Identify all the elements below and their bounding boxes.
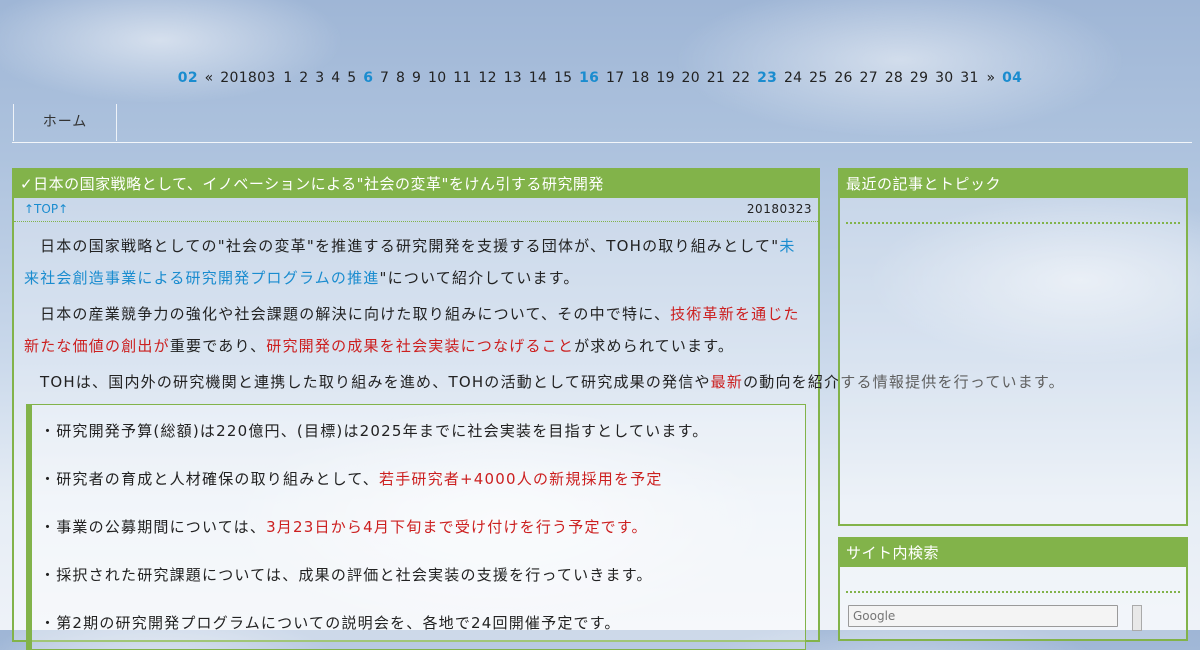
calendar-day-12: 12 bbox=[478, 70, 497, 86]
current-month: 201803 bbox=[220, 70, 276, 86]
article-date: 20180323 bbox=[746, 202, 812, 216]
calendar-day-27: 27 bbox=[859, 70, 878, 86]
calendar-day-15: 15 bbox=[553, 70, 573, 86]
calendar-day-16[interactable]: 16 bbox=[579, 70, 599, 86]
calendar-day-30: 30 bbox=[935, 70, 954, 86]
quote-line: ・第2期の研究開発プログラムについての説明会を、各地で24回開催予定です。 bbox=[40, 614, 621, 632]
check-icon: ✓ bbox=[20, 175, 34, 193]
calendar-day-5: 5 bbox=[347, 70, 357, 86]
article-title[interactable]: ✓日本の国家戦略として、イノベーションによる"社会の変革"をけん引する研究開発 bbox=[14, 170, 818, 198]
calendar-day-19: 19 bbox=[656, 70, 675, 86]
calendar-day-6[interactable]: 6 bbox=[363, 70, 373, 86]
calendar-day-11: 11 bbox=[453, 70, 472, 86]
article-body: 日本の国家戦略としての"社会の変革"を推進する研究開発を支援する団体が、TOHの… bbox=[14, 222, 1064, 650]
calendar-day-23[interactable]: 23 bbox=[757, 70, 777, 86]
divider bbox=[846, 222, 1180, 224]
paragraph-text: 重要であり、 bbox=[169, 337, 267, 355]
highlight-text: 研究開発の成果を社会実装につなげること bbox=[266, 337, 575, 355]
paragraph-text: 日本の国家戦略としての"社会の変革"を推進する研究開発を支援する団体が、TOHの… bbox=[40, 237, 780, 255]
search-button[interactable] bbox=[1132, 605, 1142, 631]
calendar-day-31: 31 bbox=[960, 70, 979, 86]
calendar-day-18: 18 bbox=[631, 70, 650, 86]
paragraph-text: "について紹介しています。 bbox=[379, 269, 580, 287]
highlight-text: 3月23日から4月下旬まで受け付けを行う予定です。 bbox=[266, 518, 648, 536]
calendar-day-9: 9 bbox=[412, 70, 422, 86]
calendar-day-29: 29 bbox=[909, 70, 929, 86]
next-month-link[interactable]: 04 bbox=[1002, 70, 1022, 86]
calendar-day-3: 3 bbox=[315, 70, 325, 86]
calendar-day-4: 4 bbox=[331, 70, 341, 86]
calendar-day-10: 10 bbox=[428, 70, 447, 86]
quote-line: ・研究開発予算(総額)は220億円、(目標)は2025年までに社会実装を目指すと… bbox=[40, 422, 709, 440]
search-row bbox=[848, 605, 1142, 631]
article-title-text: 日本の国家戦略として、イノベーションによる"社会の変革"をけん引する研究開発 bbox=[33, 175, 604, 193]
sidebar-search-box: サイト内検索 bbox=[838, 537, 1188, 641]
paragraph-text: が求められています。 bbox=[574, 337, 735, 355]
sidebar-recent-box: 最近の記事とトピック bbox=[838, 168, 1188, 526]
top-link[interactable]: ↑TOP↑ bbox=[24, 202, 68, 216]
divider bbox=[846, 591, 1180, 593]
calendar-day-26: 26 bbox=[834, 70, 853, 86]
nav-item-home[interactable]: ホーム bbox=[13, 104, 117, 141]
calendar-day-21: 21 bbox=[706, 70, 726, 86]
paragraph-2: 日本の産業競争力の強化や社会課題の解決に向けた取り組みについて、その中で特に、技… bbox=[24, 298, 808, 362]
paragraph-text: 日本の産業競争力の強化や社会課題の解決に向けた取り組みについて、その中で特に、 bbox=[40, 305, 671, 323]
highlight-text: 最新 bbox=[710, 373, 744, 391]
calendar-day-25: 25 bbox=[809, 70, 828, 86]
paragraph-text: TOHは、国内外の研究機関と連携した取り組みを進め、TOHの活動として研究成果の… bbox=[40, 373, 711, 391]
quote-line: ・事業の公募期間については、3月23日から4月下旬まで受け付けを行う予定です。 bbox=[40, 503, 797, 551]
sidebar-box-title: サイト内検索 bbox=[840, 539, 1186, 567]
blockquote: ・研究開発予算(総額)は220億円、(目標)は2025年までに社会実装を目指すと… bbox=[26, 404, 806, 650]
calendar-day-7: 7 bbox=[380, 70, 390, 86]
calendar-day-1: 1 bbox=[283, 70, 293, 86]
prev-arrow: « bbox=[204, 70, 214, 86]
calendar-day-2: 2 bbox=[299, 70, 309, 86]
search-input[interactable] bbox=[848, 605, 1118, 627]
calendar-day-22: 22 bbox=[731, 70, 751, 86]
quote-text: ・事業の公募期間については、 bbox=[40, 518, 267, 536]
calendar-day-20: 20 bbox=[681, 70, 700, 86]
article-meta: ↑TOP↑ 20180323 bbox=[14, 198, 818, 222]
quote-text: ・研究者の育成と人材確保の取り組みとして、 bbox=[40, 470, 380, 488]
paragraph-1: 日本の国家戦略としての"社会の変革"を推進する研究開発を支援する団体が、TOHの… bbox=[24, 230, 808, 294]
quote-line: ・採択された研究課題については、成果の評価と社会実装の支援を行っていきます。 bbox=[40, 566, 653, 584]
calendar-day-13: 13 bbox=[503, 70, 522, 86]
next-arrow: » bbox=[986, 70, 996, 86]
calendar-day-8: 8 bbox=[396, 70, 406, 86]
calendar-day-17: 17 bbox=[605, 70, 625, 86]
calendar-days: 1 2 3 4 5 6 7 8 9 10 11 12 13 14 15 16 1… bbox=[282, 70, 984, 86]
calendar-nav: 02 « 201803 1 2 3 4 5 6 7 8 9 10 11 12 1… bbox=[0, 70, 1200, 86]
calendar-day-28: 28 bbox=[884, 70, 904, 86]
article: ✓日本の国家戦略として、イノベーションによる"社会の変革"をけん引する研究開発 … bbox=[12, 168, 1064, 650]
calendar-day-14: 14 bbox=[528, 70, 548, 86]
sidebar-box-title: 最近の記事とトピック bbox=[840, 170, 1186, 198]
highlight-text: 若手研究者+4000人の新規採用を予定 bbox=[379, 470, 663, 488]
quote-line: ・研究者の育成と人材確保の取り組みとして、若手研究者+4000人の新規採用を予定 bbox=[40, 455, 797, 503]
paragraph-3: TOHは、国内外の研究機関と連携した取り組みを進め、TOHの活動として研究成果の… bbox=[24, 366, 1064, 398]
prev-month-link[interactable]: 02 bbox=[178, 70, 198, 86]
calendar-day-24: 24 bbox=[783, 70, 803, 86]
nav-bar: ホーム bbox=[12, 104, 1192, 143]
